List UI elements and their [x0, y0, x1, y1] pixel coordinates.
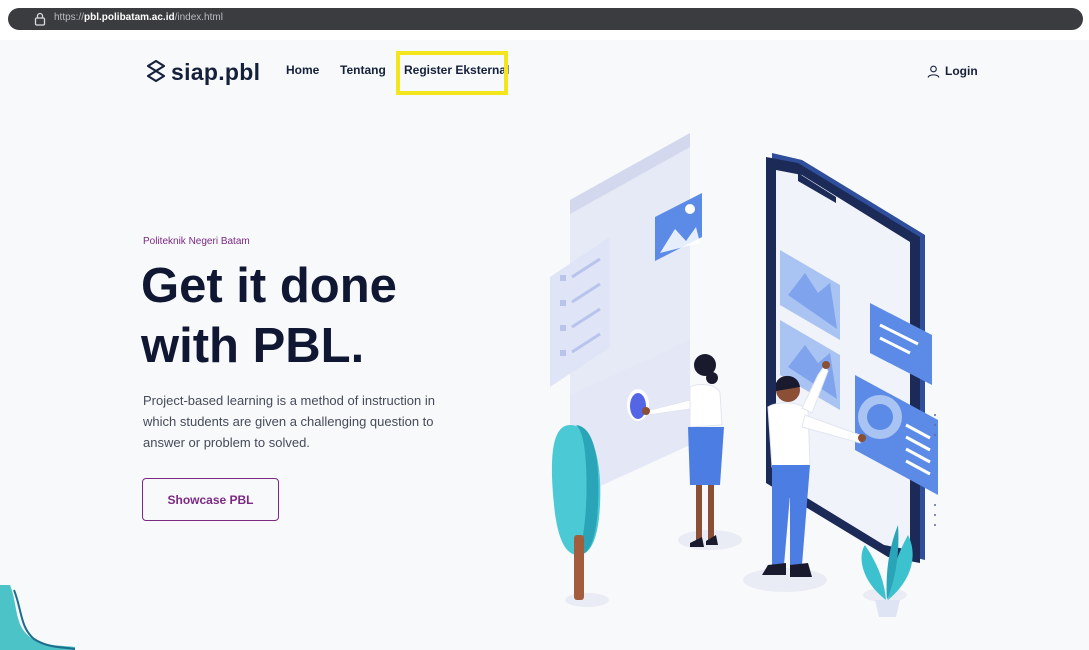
browser-bar: https://pbl.polibatam.ac.id/index.html: [0, 0, 1089, 40]
highlight-annotation: [396, 51, 508, 95]
hero-title-line-2: with PBL.: [141, 319, 365, 373]
url-text: https://pbl.polibatam.ac.id/index.html: [54, 12, 223, 23]
nav-home[interactable]: Home: [286, 63, 319, 77]
hero-title: Get it done with PBL.: [141, 256, 461, 376]
hero-illustration: [550, 133, 938, 617]
hero-description: Project-based learning is a method of in…: [143, 393, 435, 450]
decorative-curve: [0, 585, 75, 650]
login-label: Login: [945, 64, 978, 78]
showcase-pbl-button[interactable]: Showcase PBL: [142, 478, 279, 521]
logo-mark-icon: [146, 59, 166, 83]
site-logo[interactable]: siap.pbl: [145, 55, 260, 89]
lock-icon: [34, 12, 46, 26]
hero-eyebrow: Politeknik Negeri Batam: [143, 236, 250, 247]
logo-text: siap.pbl: [171, 58, 261, 85]
address-bar[interactable]: https://pbl.polibatam.ac.id/index.html: [8, 8, 1083, 30]
user-icon: [927, 65, 940, 78]
login-button[interactable]: Login: [927, 64, 978, 78]
hero-title-line-1: Get it done: [141, 259, 397, 313]
nav-tentang[interactable]: Tentang: [340, 63, 386, 77]
